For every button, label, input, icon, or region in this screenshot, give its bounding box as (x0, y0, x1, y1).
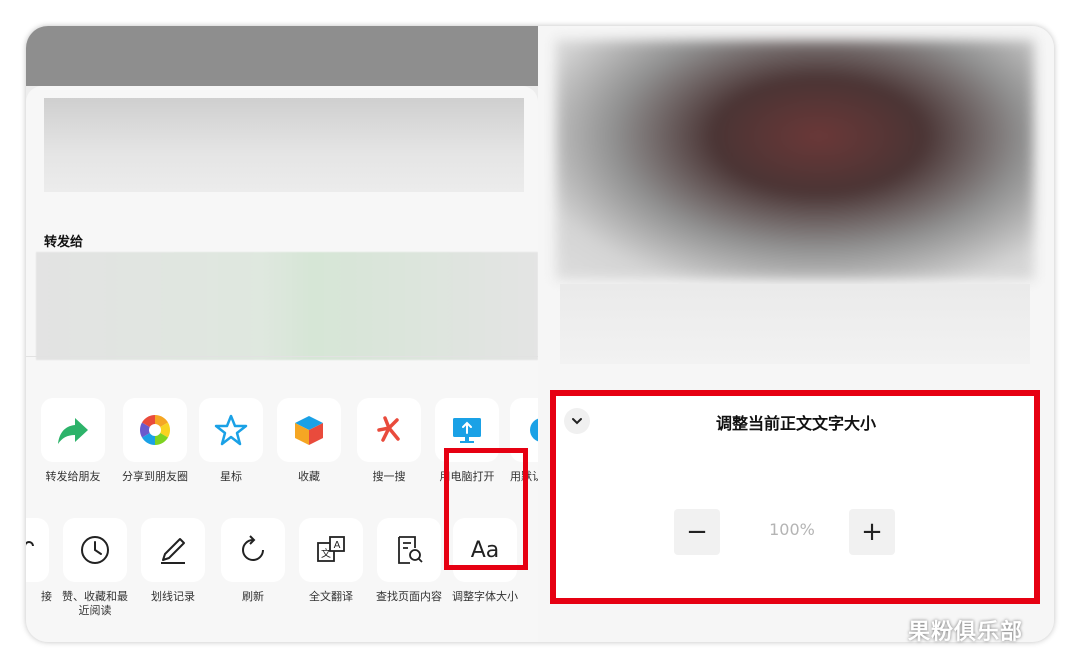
find-in-page-button[interactable]: 查找页面内容 (374, 518, 444, 604)
partial-icon (26, 518, 49, 582)
refresh-button[interactable]: 刷新 (218, 518, 288, 604)
moments-icon (123, 398, 187, 462)
favorites-cube-icon (277, 398, 341, 462)
translate-icon: A 文 (299, 518, 363, 582)
clock-icon (63, 518, 127, 582)
screenshot-frame: 转发给 转发给朋友 分享到朋友圈 星标 收藏 搜一搜 用电脑打开 用默认 接 赞… (26, 26, 1054, 642)
favorites-button[interactable]: 收藏 (274, 398, 344, 484)
likes-favorites-recent-button[interactable]: 赞、收藏和最近阅读 (60, 518, 130, 618)
blurred-article-preview (44, 98, 524, 192)
translate-article-button[interactable]: A 文 全文翻译 (296, 518, 366, 604)
find-in-page-icon (377, 518, 441, 582)
favorites-label: 收藏 (298, 470, 320, 483)
one-search-button[interactable]: 搜一搜 (354, 398, 424, 484)
share-to-moments-label: 分享到朋友圈 (122, 470, 188, 483)
partial-hidden-label: 接 (41, 590, 52, 603)
underline-records-button[interactable]: 划线记录 (138, 518, 208, 604)
one-search-label: 搜一搜 (372, 470, 406, 483)
forward-to-friend-button[interactable]: 转发给朋友 (38, 398, 108, 484)
share-to-moments-button[interactable]: 分享到朋友圈 (116, 398, 194, 484)
blurred-contacts-list[interactable] (36, 252, 538, 360)
adjust-font-size-label: 调整字体大小 (452, 590, 518, 603)
highlight-box-font-panel (550, 390, 1040, 604)
search-one-search-icon (357, 398, 421, 462)
underline-records-label: 划线记录 (151, 590, 195, 603)
share-sheet-panel: 转发给 转发给朋友 分享到朋友圈 星标 收藏 搜一搜 用电脑打开 用默认 接 赞… (26, 26, 550, 642)
star-button[interactable]: 星标 (196, 398, 266, 484)
svg-text:A: A (334, 540, 341, 551)
pen-icon (141, 518, 205, 582)
blurred-article-image (556, 40, 1034, 280)
blurred-article-text (560, 284, 1030, 364)
likes-favorites-recent-label: 赞、收藏和最近阅读 (62, 590, 128, 617)
divider (26, 356, 538, 357)
dimmed-background (26, 26, 538, 86)
highlight-box-font-size (444, 448, 528, 570)
forward-to-friend-label: 转发给朋友 (45, 470, 101, 483)
star-label: 星标 (220, 470, 242, 483)
star-icon (199, 398, 263, 462)
translate-article-label: 全文翻译 (309, 590, 353, 603)
refresh-label: 刷新 (242, 590, 264, 603)
watermark-text: 果粉俱乐部 (908, 620, 1024, 645)
forward-arrow-icon (41, 398, 105, 462)
refresh-icon (221, 518, 285, 582)
svg-text:文: 文 (321, 547, 331, 560)
partial-hidden-button[interactable]: 接 (26, 518, 52, 604)
find-in-page-label: 查找页面内容 (376, 590, 442, 603)
forward-to-title: 转发给 (44, 235, 84, 250)
